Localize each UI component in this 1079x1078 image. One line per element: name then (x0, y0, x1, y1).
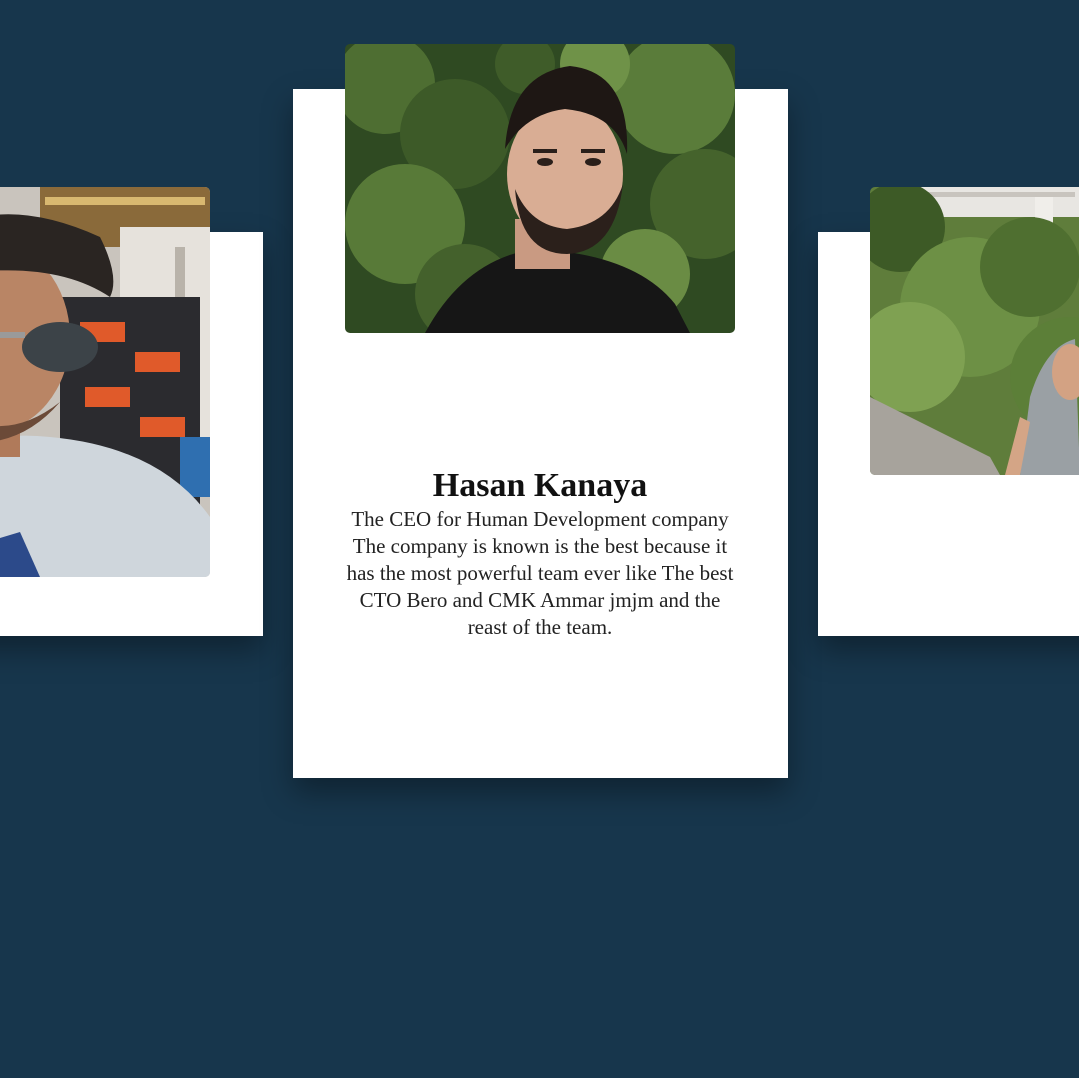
bearded-man-portrait-image (345, 44, 735, 333)
man-outdoors-image (870, 187, 1079, 475)
profile-photo-right[interactable] (870, 187, 1079, 475)
person-with-sunglasses-image (0, 187, 210, 577)
team-carousel: Hasan Kanaya The CEO for Human Developme… (0, 0, 1079, 1078)
member-name: Hasan Kanaya (432, 467, 648, 504)
profile-photo-center[interactable] (345, 44, 735, 333)
member-info: Hasan Kanaya The CEO for Human Developme… (345, 466, 735, 641)
profile-photo-left[interactable] (0, 187, 210, 577)
member-bio: The CEO for Human Development company Th… (346, 507, 734, 639)
